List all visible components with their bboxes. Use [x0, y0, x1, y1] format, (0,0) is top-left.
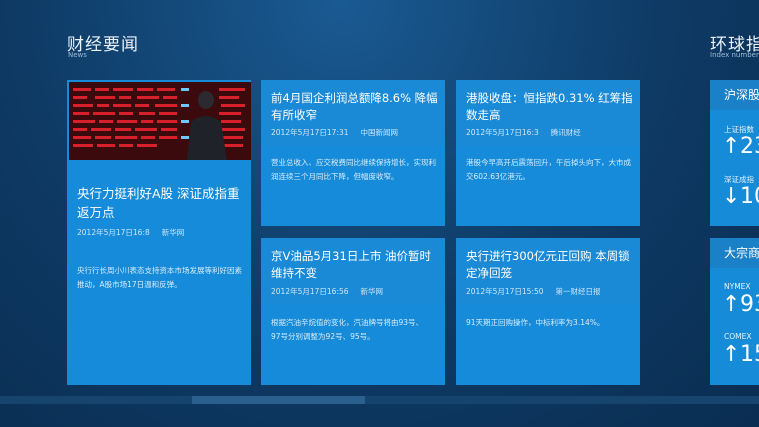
index-card-title: 沪深股: [710, 80, 759, 110]
news-tile-title: 央行进行300亿元正回购 本周锁定净回笼: [466, 249, 630, 280]
news-tile-date: 2012年5月17日16:56: [271, 287, 349, 296]
arrow-down-icon: ↓: [722, 184, 741, 209]
featured-news-summary: 央行行长周小川表态支持资本市场发展等利好因素推动，A股市场17日温和反弹。: [77, 266, 242, 289]
news-tile-date: 2012年5月17日15:50: [466, 287, 544, 296]
featured-news-source: 新华网: [161, 228, 185, 237]
news-tile-source: 第一财经日报: [555, 287, 601, 296]
featured-news-meta: 2012年5月17日16:8 新华网: [77, 227, 184, 238]
featured-news-date: 2012年5月17日16:8: [77, 228, 150, 237]
news-tile-summary: 91天期正回购操作，中标利率为3.14%。: [466, 318, 605, 327]
news-tile-summary: 港股今早高开后震荡回升，午后掉头向下，大市成交602.63亿港元。: [466, 158, 631, 181]
news-tile-source: 新华网: [360, 287, 384, 296]
news-tile[interactable]: 京V油品5月31日上市 油价暂时维持不变 2012年5月17日16:56 新华网 …: [261, 238, 445, 385]
news-tile-meta: 2012年5月17日15:50 第一财经日报: [466, 286, 601, 297]
news-tile[interactable]: 前4月国企利润总额降8.6% 降幅有所收窄 2012年5月17日17:31 中国新…: [261, 80, 445, 226]
news-tile-meta: 2012年5月17日16:3 腾讯财经: [466, 127, 581, 138]
scrollbar-thumb[interactable]: [192, 396, 365, 404]
news-tile-meta: 2012年5月17日16:56 新华网: [271, 286, 383, 297]
index-value: 15: [740, 342, 759, 367]
news-tile-title: 港股收盘：恒指跌0.31% 红筹指数走高: [466, 91, 633, 122]
index-value: 93: [740, 292, 759, 317]
featured-news-title: 央行力挺利好A股 深证成指重返万点: [77, 186, 240, 220]
news-tile-summary: 营业总收入、应交税费同比继续保持增长，实现利润连续三个月同比下降，但幅度收窄。: [271, 158, 436, 181]
index-label: NYMEX: [724, 282, 751, 291]
news-tile[interactable]: 港股收盘：恒指跌0.31% 红筹指数走高 2012年5月17日16:3 腾讯财经 …: [456, 80, 640, 226]
index-label: COMEX: [724, 332, 752, 341]
index-card-title: 大宗商: [710, 238, 759, 268]
index-section-subtitle: Index number: [710, 51, 759, 59]
news-tile-source: 中国新闻网: [360, 128, 399, 137]
news-tile-date: 2012年5月17日16:3: [466, 128, 539, 137]
news-tile[interactable]: 央行进行300亿元正回购 本周锁定净回笼 2012年5月17日15:50 第一财经…: [456, 238, 640, 385]
stock-market-photo: [69, 82, 251, 160]
arrow-up-icon: ↑: [722, 342, 741, 367]
featured-news-tile[interactable]: 央行力挺利好A股 深证成指重返万点 2012年5月17日16:8 新华网 央行行长…: [67, 80, 251, 385]
news-tile-date: 2012年5月17日17:31: [271, 128, 349, 137]
news-tile-meta: 2012年5月17日17:31 中国新闻网: [271, 127, 398, 138]
news-tile-title: 京V油品5月31日上市 油价暂时维持不变: [271, 249, 431, 280]
arrow-up-icon: ↑: [722, 292, 741, 317]
index-value: 23: [740, 134, 759, 159]
index-value: 10: [740, 184, 759, 209]
arrow-up-icon: ↑: [722, 134, 741, 159]
index-card-hushen[interactable]: 沪深股 上证指数 ↑ 23 深证成指 ↓ 10: [710, 80, 759, 226]
news-section-subtitle: News: [68, 51, 87, 59]
news-tile-title: 前4月国企利润总额降8.6% 降幅有所收窄: [271, 91, 438, 122]
horizontal-scrollbar[interactable]: [0, 396, 759, 404]
news-tile-summary: 根据汽油辛烷值的变化，汽油牌号将由93号、97号分别调整为92号、95号。: [271, 318, 424, 341]
index-card-commodity[interactable]: 大宗商 NYMEX ↑ 93 COMEX ↑ 15: [710, 238, 759, 385]
news-tile-source: 腾讯财经: [550, 128, 581, 137]
